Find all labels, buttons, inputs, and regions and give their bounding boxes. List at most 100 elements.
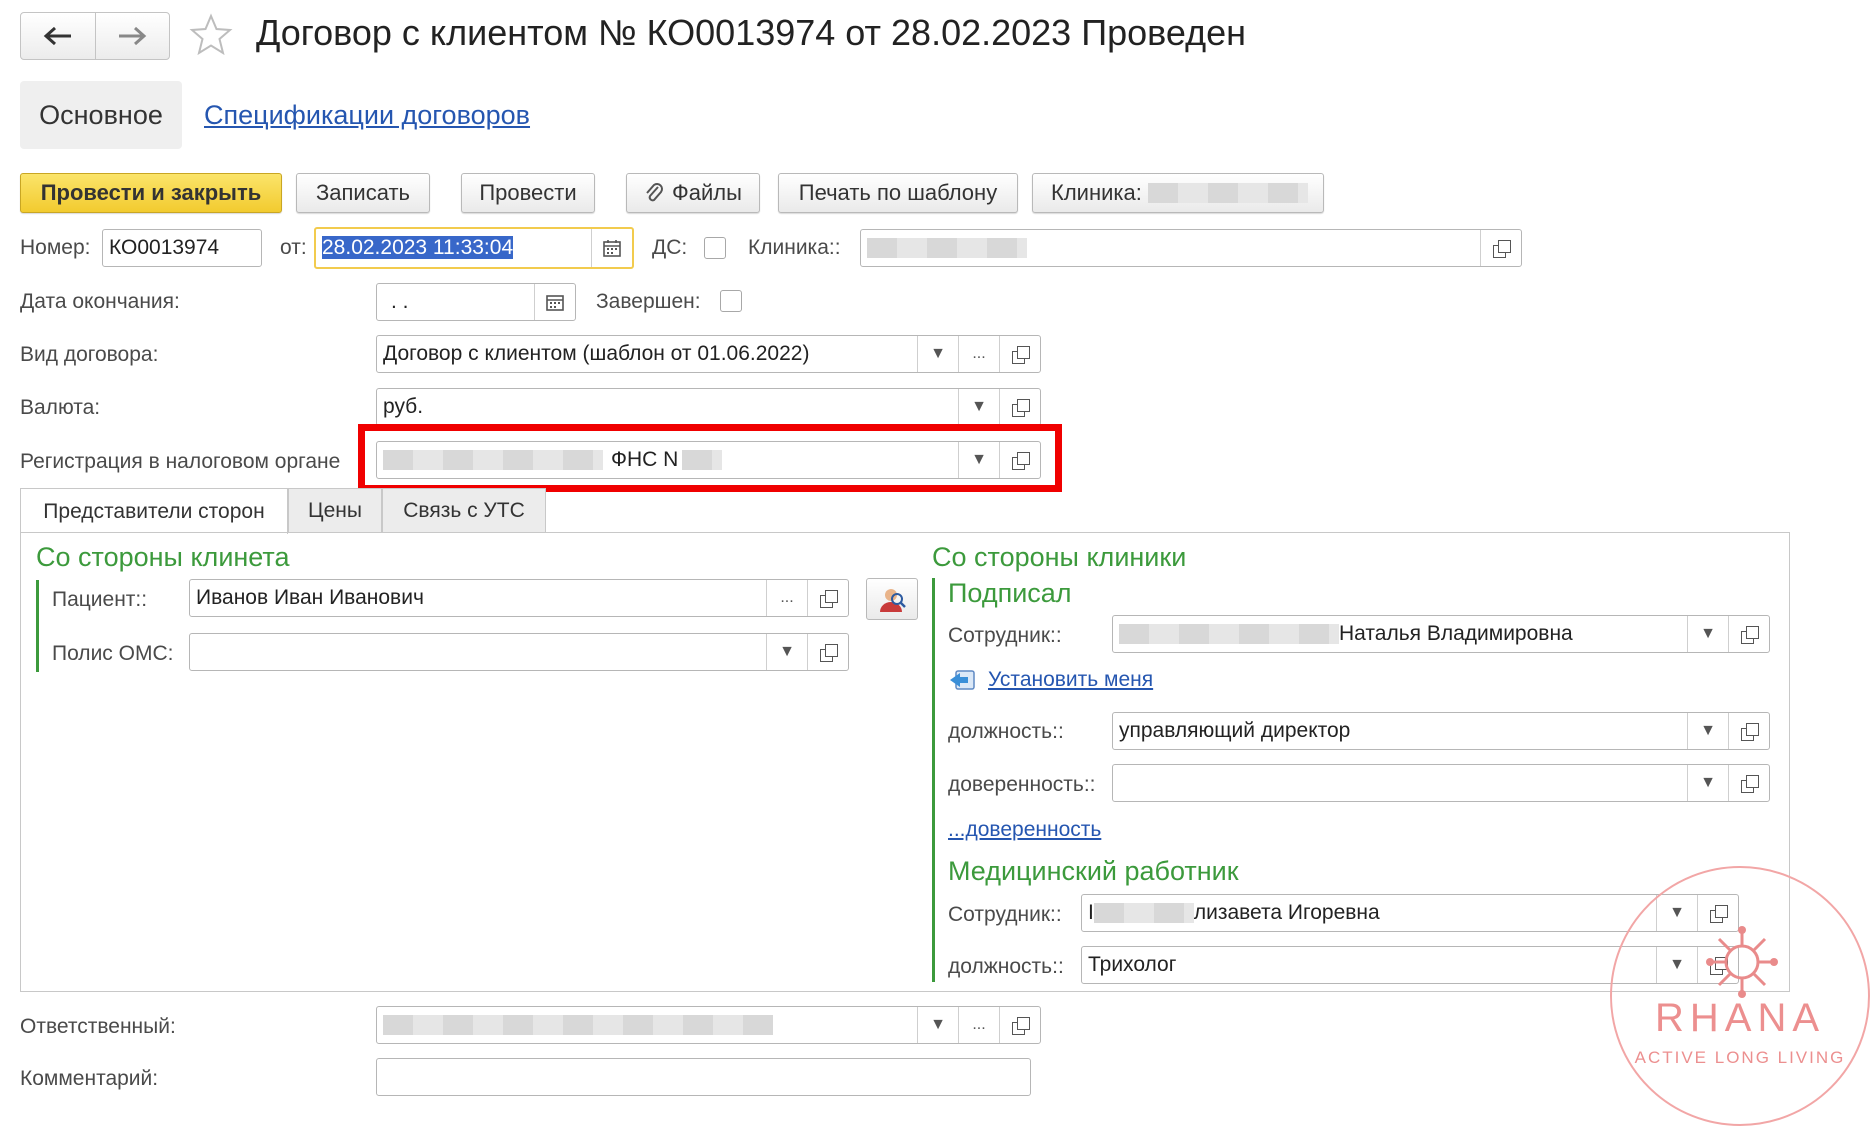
- open-icon[interactable]: [807, 634, 848, 670]
- currency-label: Валюта:: [20, 396, 101, 419]
- ds-label: ДС:: [652, 236, 688, 259]
- dropdown-arrow-icon[interactable]: ▼: [958, 442, 999, 478]
- number-input[interactable]: КО0013974: [102, 229, 262, 267]
- patient-search-button[interactable]: [866, 578, 918, 620]
- tab-main[interactable]: Основное: [20, 81, 182, 149]
- date-input[interactable]: 28.02.2023 11:33:04: [314, 227, 634, 269]
- redacted-med-employee: [1093, 903, 1194, 924]
- redacted-tax-num: [682, 450, 723, 471]
- med-position-value: Трихолог: [1088, 953, 1177, 976]
- page-title: Договор с клиентом № КО0013974 от 28.02.…: [256, 12, 1246, 53]
- clinic-label: Клиника::: [748, 236, 841, 259]
- position-select[interactable]: управляющий директор ▼: [1112, 712, 1770, 750]
- responsible-select[interactable]: ▼ ...: [376, 1006, 1041, 1044]
- watermark-brand: RHANA: [1654, 996, 1826, 1040]
- write-button[interactable]: Записать: [296, 173, 430, 213]
- number-value: КО0013974: [109, 236, 220, 259]
- patient-value: Иванов Иван Иванович: [196, 586, 424, 609]
- rhana-watermark: RHANA ACTIVE LONG LIVING: [1610, 866, 1870, 1126]
- set-me-icon: [948, 668, 976, 692]
- open-icon[interactable]: [1728, 616, 1769, 652]
- patient-label: Пациент::: [52, 588, 148, 611]
- tax-reg-label: Регистрация в налоговом органе: [20, 450, 341, 473]
- ellipsis-button[interactable]: ...: [766, 580, 807, 616]
- med-employee-value: лизавета Игоревна: [1193, 901, 1380, 924]
- med-employee-label: Сотрудник::: [948, 903, 1062, 926]
- open-icon[interactable]: [999, 1007, 1040, 1043]
- open-icon[interactable]: [999, 336, 1040, 372]
- post-button[interactable]: Провести: [461, 173, 595, 213]
- paperclip-icon: [644, 181, 664, 205]
- currency-select[interactable]: руб. ▼: [376, 388, 1041, 426]
- ds-checkbox[interactable]: [704, 237, 726, 259]
- dropdown-arrow-icon[interactable]: ▼: [917, 1007, 958, 1043]
- open-icon[interactable]: [1480, 230, 1521, 266]
- redacted-responsible: [383, 1015, 773, 1036]
- forward-arrow-icon[interactable]: [96, 13, 170, 59]
- med-position-label: должность::: [948, 955, 1064, 978]
- patient-input[interactable]: Иванов Иван Иванович ...: [189, 579, 849, 617]
- completed-checkbox[interactable]: [720, 290, 742, 312]
- dropdown-arrow-icon[interactable]: ▼: [1687, 616, 1728, 652]
- set-me-link[interactable]: Установить меня: [948, 668, 1153, 692]
- dropdown-arrow-icon[interactable]: ▼: [1687, 765, 1728, 801]
- power-of-attorney-link[interactable]: ...доверенность: [948, 818, 1101, 842]
- contract-type-value: Договор с клиентом (шаблон от 01.06.2022…: [383, 342, 810, 365]
- dropdown-arrow-icon[interactable]: ▼: [917, 336, 958, 372]
- end-date-value: . .: [391, 290, 409, 313]
- redacted-clinic-field: [867, 238, 1027, 259]
- open-icon[interactable]: [1728, 713, 1769, 749]
- star-icon[interactable]: [188, 12, 234, 63]
- end-date-input[interactable]: . .: [376, 283, 576, 321]
- open-icon[interactable]: [1728, 765, 1769, 801]
- dropdown-arrow-icon[interactable]: ▼: [958, 389, 999, 425]
- clinic-button-label: Клиника:: [1051, 180, 1142, 205]
- employee-select[interactable]: Наталья Владимировна ▼: [1112, 615, 1770, 653]
- date-value: 28.02.2023 11:33:04: [322, 236, 514, 259]
- clinic-input[interactable]: [860, 229, 1522, 267]
- virus-icon: [1704, 924, 1780, 1005]
- comment-input[interactable]: [376, 1058, 1031, 1096]
- power-select[interactable]: ▼: [1112, 764, 1770, 802]
- power-label: доверенность::: [948, 773, 1096, 796]
- calendar-icon[interactable]: [591, 229, 632, 267]
- responsible-label: Ответственный:: [20, 1015, 176, 1038]
- tab-prices[interactable]: Цены: [288, 488, 382, 532]
- client-side-bar: [36, 580, 39, 672]
- comment-label: Комментарий:: [20, 1067, 159, 1090]
- end-date-label: Дата окончания:: [20, 290, 180, 313]
- open-icon[interactable]: [999, 442, 1040, 478]
- tab-specs-link[interactable]: Спецификации договоров: [204, 100, 530, 131]
- post-and-close-button[interactable]: Провести и закрыть: [20, 173, 282, 213]
- clinic-button[interactable]: Клиника:: [1032, 173, 1324, 213]
- open-icon[interactable]: [807, 580, 848, 616]
- contract-type-select[interactable]: Договор с клиентом (шаблон от 01.06.2022…: [376, 335, 1041, 373]
- print-template-button[interactable]: Печать по шаблону: [778, 173, 1018, 213]
- position-value: управляющий директор: [1119, 719, 1351, 742]
- employee-label: Сотрудник::: [948, 624, 1062, 647]
- from-label: от:: [280, 236, 307, 259]
- oms-select[interactable]: ▼: [189, 633, 849, 671]
- contract-type-label: Вид договора:: [20, 343, 159, 366]
- tab-uts-link[interactable]: Связь с УТС: [382, 488, 546, 532]
- open-icon[interactable]: [999, 389, 1040, 425]
- redacted-clinic: [1147, 183, 1308, 203]
- nav-arrows: [20, 12, 170, 60]
- files-button[interactable]: Файлы: [626, 173, 760, 213]
- calendar-icon[interactable]: [534, 284, 575, 320]
- employee-value: Наталья Владимировна: [1339, 622, 1573, 645]
- dropdown-arrow-icon[interactable]: ▼: [1687, 713, 1728, 749]
- ellipsis-button[interactable]: ...: [958, 1007, 999, 1043]
- currency-value: руб.: [383, 395, 424, 418]
- tax-reg-select[interactable]: ФНС N ▼: [376, 441, 1041, 479]
- completed-label: Завершен:: [596, 290, 701, 313]
- back-arrow-icon[interactable]: [21, 13, 96, 59]
- clinic-side-bar: [932, 578, 935, 982]
- medical-heading: Медицинский работник: [948, 856, 1239, 886]
- person-search-icon: [877, 585, 907, 613]
- ellipsis-button[interactable]: ...: [958, 336, 999, 372]
- redacted-employee: [1119, 624, 1339, 645]
- tab-representatives[interactable]: Представители сторон: [20, 488, 288, 534]
- dropdown-arrow-icon[interactable]: ▼: [766, 634, 807, 670]
- position-label: должность::: [948, 720, 1064, 743]
